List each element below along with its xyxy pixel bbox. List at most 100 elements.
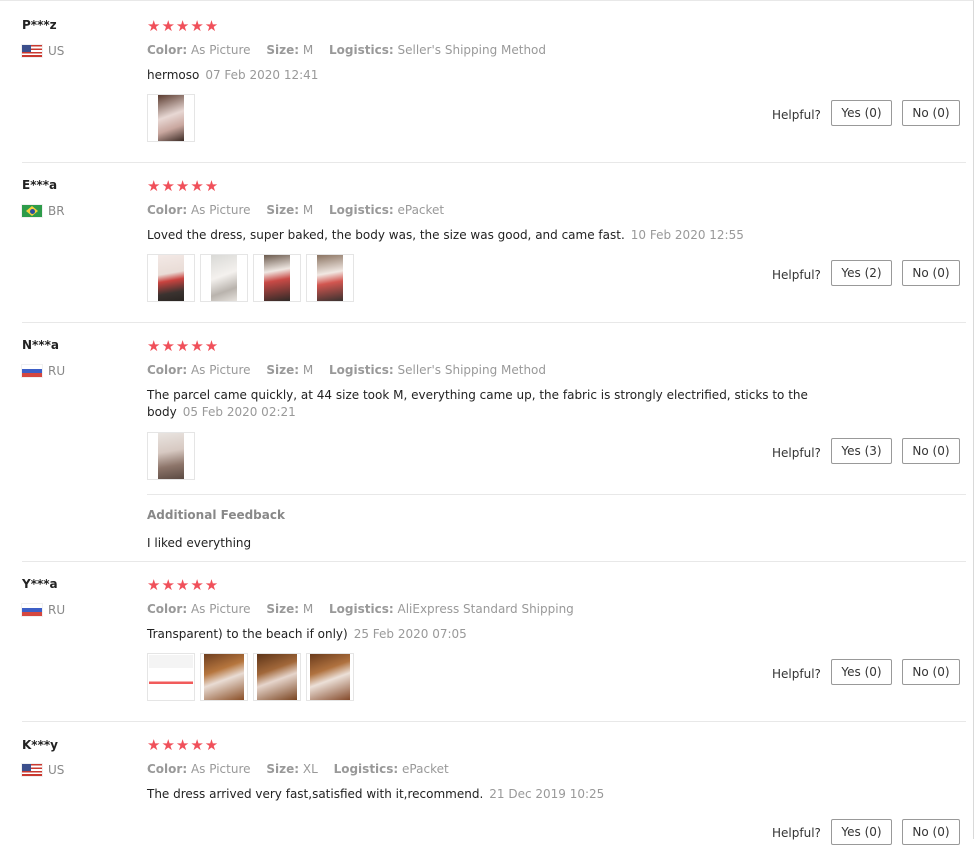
review-body: Transparent) to the beach if only) <box>147 627 348 641</box>
color-label: Color: <box>147 43 188 57</box>
logistics-value: AliExpress Standard Shipping <box>397 602 574 616</box>
logistics-value: Seller's Shipping Method <box>397 363 547 377</box>
review-text: hermoso 07 Feb 2020 12:41 <box>147 67 867 84</box>
reviewer-country: RU <box>22 603 65 617</box>
country-code: BR <box>48 204 65 218</box>
logistics-label: Logistics: <box>329 602 394 616</box>
review-photo-thumbnail[interactable] <box>306 653 354 701</box>
review-divider <box>22 561 966 562</box>
helpful-no-button[interactable]: No (0) <box>902 260 960 286</box>
review-text: Loved the dress, super baked, the body w… <box>147 227 867 244</box>
color-label: Color: <box>147 602 188 616</box>
review-date: 07 Feb 2020 12:41 <box>205 68 319 82</box>
ru-flag-icon <box>22 604 42 616</box>
size-label: Size: <box>266 363 300 377</box>
helpful-label: Helpful? <box>772 826 821 840</box>
review-photo-thumbnail[interactable] <box>253 254 301 302</box>
size-label: Size: <box>266 762 300 776</box>
review-body: The dress arrived very fast,satisfied wi… <box>147 787 484 801</box>
color-label: Color: <box>147 363 188 377</box>
additional-feedback-text: I liked everything <box>147 536 252 550</box>
review-date: 05 Feb 2020 02:21 <box>182 405 296 419</box>
reviewer-country: US <box>22 763 64 777</box>
review-date: 21 Dec 2019 10:25 <box>489 787 605 801</box>
reviewer-country: RU <box>22 364 65 378</box>
size-label: Size: <box>266 203 300 217</box>
order-info: Color: As Picture Size: M Logistics: ePa… <box>147 203 444 217</box>
reviewer-name: K***y <box>22 738 58 752</box>
review-date: 25 Feb 2020 07:05 <box>353 627 467 641</box>
reviewer-country: BR <box>22 204 65 218</box>
review-photos <box>147 432 195 480</box>
helpful-yes-button[interactable]: Yes (0) <box>831 100 892 126</box>
helpful-yes-button[interactable]: Yes (2) <box>831 260 892 286</box>
review-photo-thumbnail[interactable] <box>147 432 195 480</box>
color-label: Color: <box>147 203 188 217</box>
order-info: Color: As Picture Size: XL Logistics: eP… <box>147 762 449 776</box>
review-divider <box>22 162 966 163</box>
color-value: As Picture <box>190 363 251 377</box>
helpful-no-button[interactable]: No (0) <box>902 819 960 845</box>
us-flag-icon <box>22 45 42 57</box>
country-code: US <box>48 44 65 58</box>
size-value: XL <box>302 762 318 776</box>
reviewer-country: US <box>22 44 64 58</box>
size-value: M <box>302 203 314 217</box>
review-photos <box>147 254 354 302</box>
star-rating: ★★★★★ <box>147 337 220 355</box>
logistics-label: Logistics: <box>329 203 394 217</box>
helpful-label: Helpful? <box>772 446 821 460</box>
review-date: 10 Feb 2020 12:55 <box>630 228 744 242</box>
review-text: The parcel came quickly, at 44 size took… <box>147 387 862 421</box>
review-photo-thumbnail[interactable] <box>200 254 248 302</box>
helpful-yes-button[interactable]: Yes (0) <box>831 659 892 685</box>
helpful-no-button[interactable]: No (0) <box>902 659 960 685</box>
color-value: As Picture <box>190 43 251 57</box>
logistics-label: Logistics: <box>329 363 394 377</box>
reviewer-name: N***a <box>22 338 59 352</box>
additional-feedback-divider <box>147 494 966 495</box>
helpful-label: Helpful? <box>772 268 821 282</box>
logistics-label: Logistics: <box>329 43 394 57</box>
review-body: hermoso <box>147 68 200 82</box>
order-info: Color: As Picture Size: M Logistics: Sel… <box>147 363 546 377</box>
review-divider <box>22 721 966 722</box>
helpful-yes-button[interactable]: Yes (0) <box>831 819 892 845</box>
review-photo-thumbnail[interactable] <box>147 653 195 701</box>
reviewer-name: E***a <box>22 178 58 192</box>
order-info: Color: As Picture Size: M Logistics: Ali… <box>147 602 574 616</box>
color-value: As Picture <box>190 203 251 217</box>
review-photo-thumbnail[interactable] <box>147 254 195 302</box>
review-photo-thumbnail[interactable] <box>253 653 301 701</box>
order-info: Color: As Picture Size: M Logistics: Sel… <box>147 43 546 57</box>
review-photo-thumbnail[interactable] <box>200 653 248 701</box>
helpful-no-button[interactable]: No (0) <box>902 100 960 126</box>
size-value: M <box>302 43 314 57</box>
review-body: Loved the dress, super baked, the body w… <box>147 228 625 242</box>
reviewer-name: Y***a <box>22 577 58 591</box>
logistics-label: Logistics: <box>333 762 399 776</box>
review-photos <box>147 94 195 142</box>
us-flag-icon <box>22 764 42 776</box>
review-photo-thumbnail[interactable] <box>147 94 195 142</box>
logistics-value: ePacket <box>402 762 449 776</box>
color-value: As Picture <box>190 602 251 616</box>
country-code: US <box>48 763 65 777</box>
review-photos <box>147 653 354 701</box>
review-divider <box>22 322 966 323</box>
br-flag-icon <box>22 205 42 217</box>
country-code: RU <box>48 603 66 617</box>
helpful-yes-button[interactable]: Yes (3) <box>831 438 892 464</box>
logistics-value: ePacket <box>397 203 445 217</box>
reviewer-name: P***z <box>22 18 57 32</box>
size-label: Size: <box>266 43 300 57</box>
helpful-label: Helpful? <box>772 667 821 681</box>
additional-feedback-title: Additional Feedback <box>147 508 285 522</box>
logistics-value: Seller's Shipping Method <box>397 43 547 57</box>
star-rating: ★★★★★ <box>147 177 220 195</box>
review-photo-thumbnail[interactable] <box>306 254 354 302</box>
helpful-no-button[interactable]: No (0) <box>902 438 960 464</box>
star-rating: ★★★★★ <box>147 736 220 754</box>
star-rating: ★★★★★ <box>147 17 220 35</box>
country-code: RU <box>48 364 66 378</box>
